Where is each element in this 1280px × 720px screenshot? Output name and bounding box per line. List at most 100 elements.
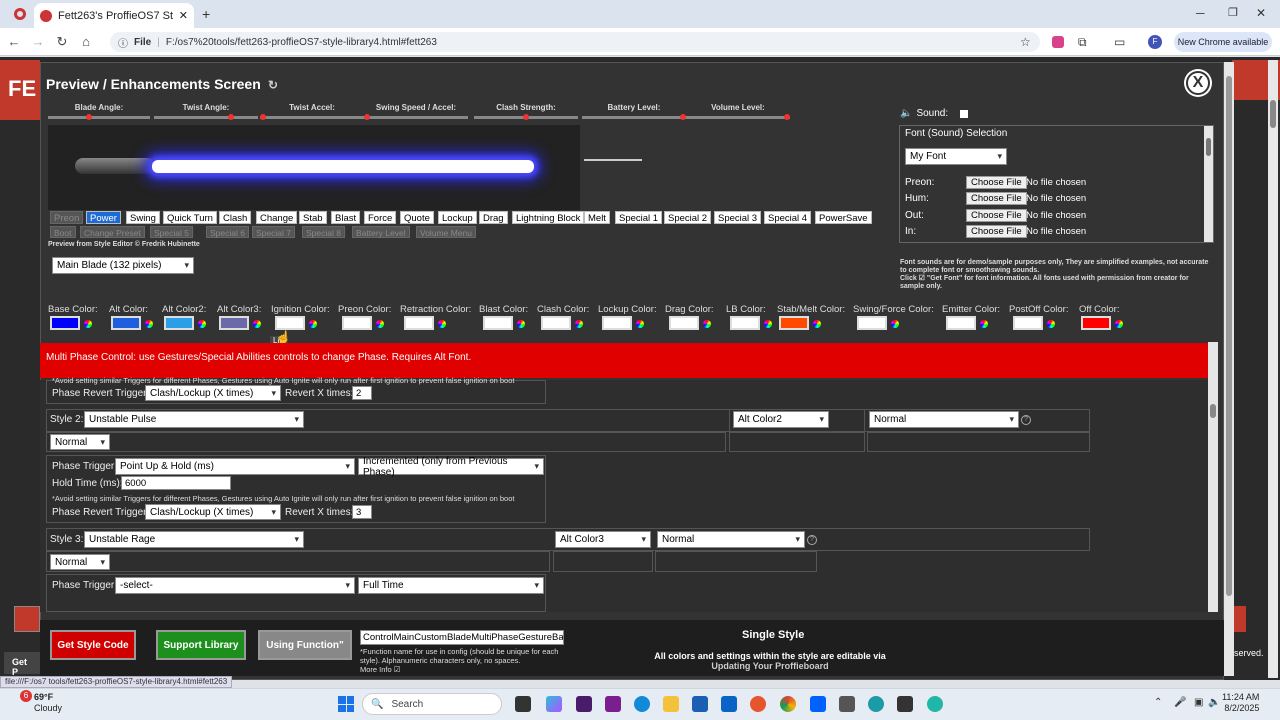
effect-button-lockup[interactable]: Lockup <box>438 211 477 224</box>
bookmark-star-icon[interactable]: ☆ <box>1020 35 1031 49</box>
chrome-icon[interactable] <box>780 696 796 712</box>
effect-button-powersave[interactable]: PowerSave <box>815 211 872 224</box>
effect-button-blast[interactable]: Blast <box>331 211 361 224</box>
modal-scrollbar-thumb[interactable] <box>1226 76 1232 596</box>
slider-track[interactable] <box>260 114 364 120</box>
url-bar[interactable]: ⓘ File | F:/os7%20tools/fett263-proffieO… <box>110 32 1040 52</box>
color-picker-icon[interactable] <box>438 320 446 328</box>
get-style-code-button[interactable]: Get Style Code <box>50 630 136 660</box>
function-name-input[interactable]: ControlMainCustomBladeMultiPhaseGestureB… <box>360 630 564 645</box>
color-picker-icon[interactable] <box>813 320 821 328</box>
color-picker-icon[interactable] <box>764 320 772 328</box>
slider-handle[interactable] <box>260 114 266 120</box>
terminal-icon[interactable] <box>897 696 913 712</box>
style3-mode-select[interactable]: Normal <box>657 531 805 548</box>
media-icon[interactable]: ▭ <box>1114 35 1125 49</box>
taskbar-clock[interactable]: 11:24 AM 8/2/2025 <box>1222 692 1259 714</box>
support-library-button[interactable]: Support Library <box>156 630 246 660</box>
color-swatch[interactable] <box>483 316 513 330</box>
color-swatch[interactable] <box>541 316 571 330</box>
hold-time-input[interactable]: 6000 <box>121 476 231 490</box>
phase3-trigger-mode-select[interactable]: Full Time <box>358 577 544 594</box>
style3-select[interactable]: Unstable Rage <box>84 531 304 548</box>
color-picker-icon[interactable] <box>703 320 711 328</box>
volume-icon[interactable]: 🔈 <box>1208 697 1220 708</box>
color-swatch[interactable] <box>857 316 887 330</box>
effect-button-volume-menu[interactable]: Volume Menu <box>416 226 476 238</box>
close-modal-button[interactable]: X <box>1186 71 1210 95</box>
effect-button-boot[interactable]: Boot <box>50 226 76 238</box>
effect-button-preon[interactable]: Preon <box>50 211 84 224</box>
style2-color-select[interactable]: Alt Color2 <box>733 411 829 428</box>
font-select[interactable]: My Font <box>905 148 1007 165</box>
weather-widget[interactable]: 69°F Cloudy <box>34 692 62 714</box>
phase2-revert-x-input[interactable]: 3 <box>352 505 372 519</box>
home-icon[interactable]: ⌂ <box>78 34 94 50</box>
color-swatch[interactable] <box>946 316 976 330</box>
color-picker-icon[interactable] <box>1047 320 1055 328</box>
color-swatch[interactable] <box>1013 316 1043 330</box>
phase2-trigger-mode-select[interactable]: Incremented (only from Previous Phase) <box>358 456 544 478</box>
calculator-icon[interactable] <box>839 696 855 712</box>
choose-file-button[interactable]: Choose File <box>966 225 1027 238</box>
slider-handle[interactable] <box>523 114 529 120</box>
new-chrome-available-button[interactable]: New Chrome available <box>1174 32 1272 52</box>
page-scrollbar-thumb[interactable] <box>1270 100 1276 128</box>
new-tab-icon[interactable]: + <box>202 6 210 22</box>
browser-tab[interactable]: Fett263's ProffieOS7 Style Libra ✕ <box>34 3 194 28</box>
phase-scrollbar-thumb[interactable] <box>1210 404 1216 418</box>
color-swatch[interactable] <box>779 316 809 330</box>
choose-file-button[interactable]: Choose File <box>966 176 1027 189</box>
more-info-link[interactable]: More Info ☑ <box>360 665 560 674</box>
color-picker-icon[interactable] <box>575 320 583 328</box>
windows-start-icon[interactable] <box>338 696 354 712</box>
effect-button-power[interactable]: Power <box>86 211 121 224</box>
tray-chevron-icon[interactable]: ⌃ <box>1154 697 1162 708</box>
extension-icon[interactable] <box>1052 36 1064 48</box>
color-swatch[interactable] <box>669 316 699 330</box>
minimize-icon[interactable]: ─ <box>1196 6 1205 20</box>
using-function-button[interactable]: Using Function" <box>258 630 352 660</box>
color-picker-icon[interactable] <box>980 320 988 328</box>
color-picker-icon[interactable] <box>309 320 317 328</box>
slider-track[interactable] <box>154 114 258 120</box>
task-view-icon[interactable] <box>515 696 531 712</box>
effect-button-clash[interactable]: Clash <box>219 211 252 224</box>
effect-button-special-6[interactable]: Special 6 <box>206 226 249 238</box>
taskbar-search[interactable]: 🔍 Search <box>362 693 502 715</box>
slider-handle[interactable] <box>86 114 92 120</box>
effect-button-special-5[interactable]: Special 5 <box>150 226 193 238</box>
color-swatch[interactable] <box>164 316 194 330</box>
color-swatch[interactable] <box>111 316 141 330</box>
choose-file-button[interactable]: Choose File <box>966 192 1027 205</box>
sound-checkbox[interactable] <box>960 109 969 118</box>
color-swatch[interactable] <box>404 316 434 330</box>
effect-button-special-7[interactable]: Special 7 <box>252 226 295 238</box>
effect-button-melt[interactable]: Melt <box>584 211 610 224</box>
phase-scrollbar[interactable] <box>1208 342 1218 612</box>
choose-file-button[interactable]: Choose File <box>966 209 1027 222</box>
outlook-icon[interactable] <box>721 696 737 712</box>
effect-button-change[interactable]: Change <box>256 211 298 224</box>
effect-button-special-1[interactable]: Special 1 <box>615 211 663 224</box>
firefox-icon[interactable] <box>750 696 766 712</box>
color-swatch[interactable] <box>342 316 372 330</box>
slider-handle[interactable] <box>784 114 790 120</box>
slider-handle[interactable] <box>364 114 370 120</box>
color-swatch[interactable] <box>602 316 632 330</box>
effect-button-quote[interactable]: Quote <box>400 211 434 224</box>
page-scrollbar[interactable] <box>1268 60 1278 678</box>
effect-button-force[interactable]: Force <box>364 211 397 224</box>
help-icon[interactable]: ? <box>1021 415 1031 425</box>
style2-select[interactable]: Unstable Pulse <box>84 411 304 428</box>
store-icon[interactable] <box>692 696 708 712</box>
style2-sub-select[interactable]: Normal <box>50 434 110 450</box>
color-picker-icon[interactable] <box>376 320 384 328</box>
refresh-icon[interactable]: ↻ <box>265 78 278 92</box>
effect-button-special-2[interactable]: Special 2 <box>664 211 712 224</box>
color-swatch[interactable] <box>219 316 249 330</box>
color-picker-icon[interactable] <box>891 320 899 328</box>
sound-toggle[interactable]: 🔈 Sound: <box>900 108 969 119</box>
effect-button-change-preset[interactable]: Change Preset <box>80 226 145 238</box>
window-close-icon[interactable]: ✕ <box>1256 6 1266 20</box>
